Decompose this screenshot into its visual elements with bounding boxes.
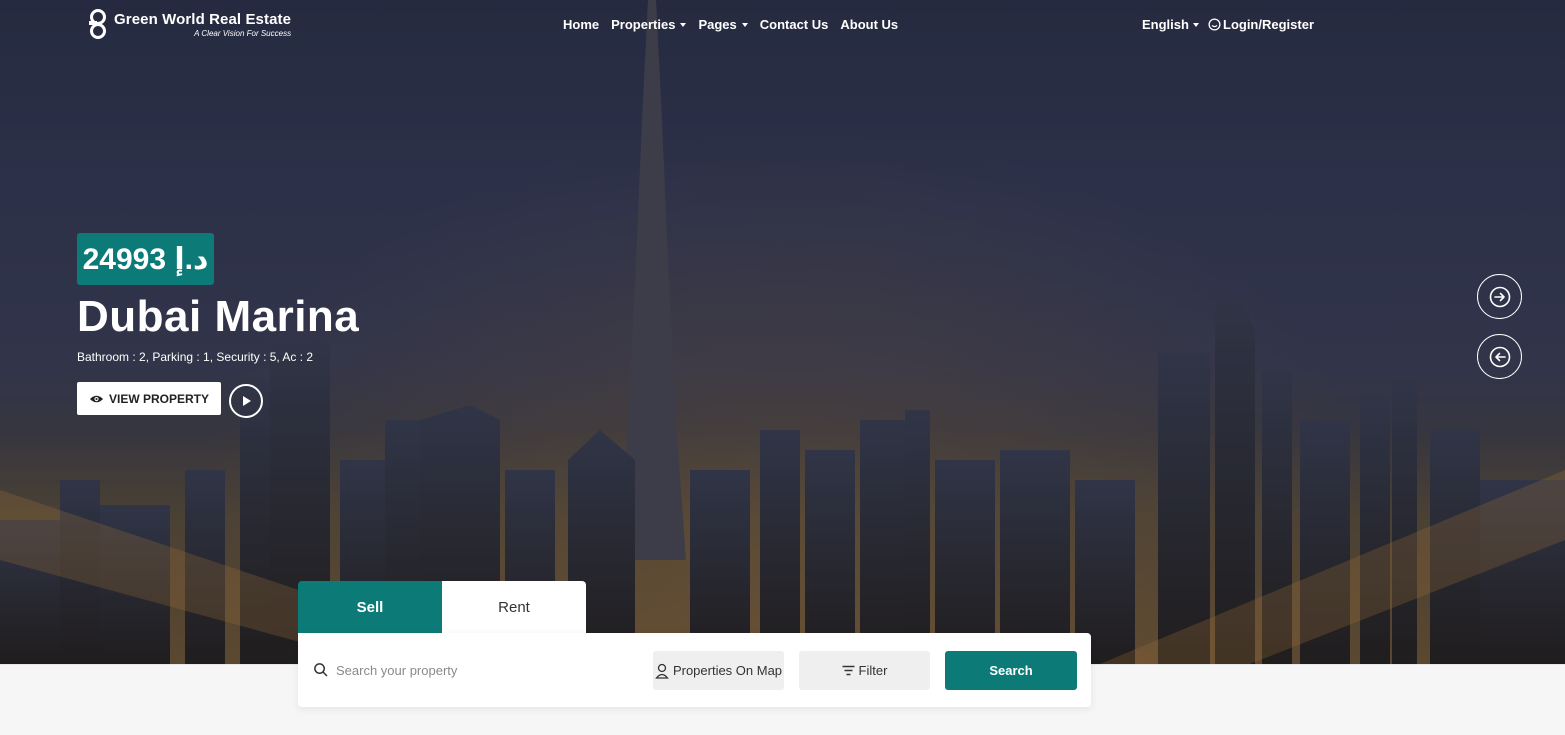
filter-button[interactable]: Filter: [799, 651, 930, 690]
chevron-down-icon: [680, 22, 687, 27]
login-register-label: Login/Register: [1223, 17, 1315, 32]
main-nav: Home Properties Pages Contact Us About U…: [563, 17, 898, 32]
view-property-button[interactable]: VIEW PROPERTY: [77, 382, 221, 415]
login-register-link[interactable]: Login/Register: [1208, 17, 1314, 32]
view-property-label: VIEW PROPERTY: [108, 391, 209, 406]
search-input[interactable]: [336, 657, 636, 683]
search-button-label: Search: [989, 663, 1033, 678]
properties-on-map-label: Properties On Map: [672, 663, 783, 678]
play-video-button[interactable]: [229, 384, 263, 418]
language-label: English: [1142, 17, 1189, 32]
play-icon: [243, 396, 251, 406]
nav-properties-label: Properties: [611, 17, 676, 32]
brand-name: Green World Real Estate: [114, 10, 292, 28]
properties-on-map-button[interactable]: Properties On Map: [653, 651, 784, 690]
listing-type-tabs: Sell Rent: [298, 581, 586, 634]
search-panel: Properties On Map Filter Search: [298, 633, 1091, 707]
slider-prev-button[interactable]: [1477, 334, 1522, 379]
chevron-down-icon: [1192, 22, 1199, 27]
brand-tagline: A Clear Vision For Success: [194, 28, 292, 38]
price-value: 24993 د.إ: [82, 242, 209, 276]
search-icon: [314, 663, 328, 677]
logo-mark-icon: [89, 9, 106, 39]
tab-rent[interactable]: Rent: [442, 581, 586, 634]
arrow-right-circle-icon: [1489, 286, 1510, 307]
language-selector[interactable]: English: [1142, 17, 1199, 32]
nav-properties[interactable]: Properties: [611, 17, 687, 32]
filter-icon: [842, 665, 855, 676]
map-pin-user-icon: [655, 663, 669, 679]
nav-pages-label: Pages: [698, 17, 737, 32]
eye-icon: [89, 395, 104, 402]
tab-sell-label: Sell: [356, 599, 384, 616]
price-badge: 24993 د.إ: [77, 233, 214, 285]
nav-contact[interactable]: Contact Us: [760, 17, 829, 32]
filter-label: Filter: [858, 663, 888, 678]
tab-sell[interactable]: Sell: [298, 581, 442, 634]
nav-about-label: About Us: [840, 17, 899, 32]
user-smile-icon: [1208, 18, 1221, 31]
property-title: Dubai Marina: [77, 292, 360, 341]
nav-contact-label: Contact Us: [759, 17, 829, 32]
chevron-down-icon: [741, 22, 748, 27]
tab-rent-label: Rent: [498, 598, 530, 616]
search-button[interactable]: Search: [945, 651, 1077, 690]
property-features: Bathroom : 2, Parking : 1, Security : 5,…: [77, 350, 314, 364]
nav-pages[interactable]: Pages: [698, 17, 748, 32]
nav-about[interactable]: About Us: [840, 17, 898, 32]
site-logo[interactable]: Green World Real Estate A Clear Vision F…: [86, 8, 291, 40]
arrow-left-circle-icon: [1489, 346, 1510, 367]
nav-home[interactable]: Home: [563, 17, 599, 32]
slider-next-button[interactable]: [1477, 274, 1522, 319]
nav-home-label: Home: [563, 17, 600, 32]
